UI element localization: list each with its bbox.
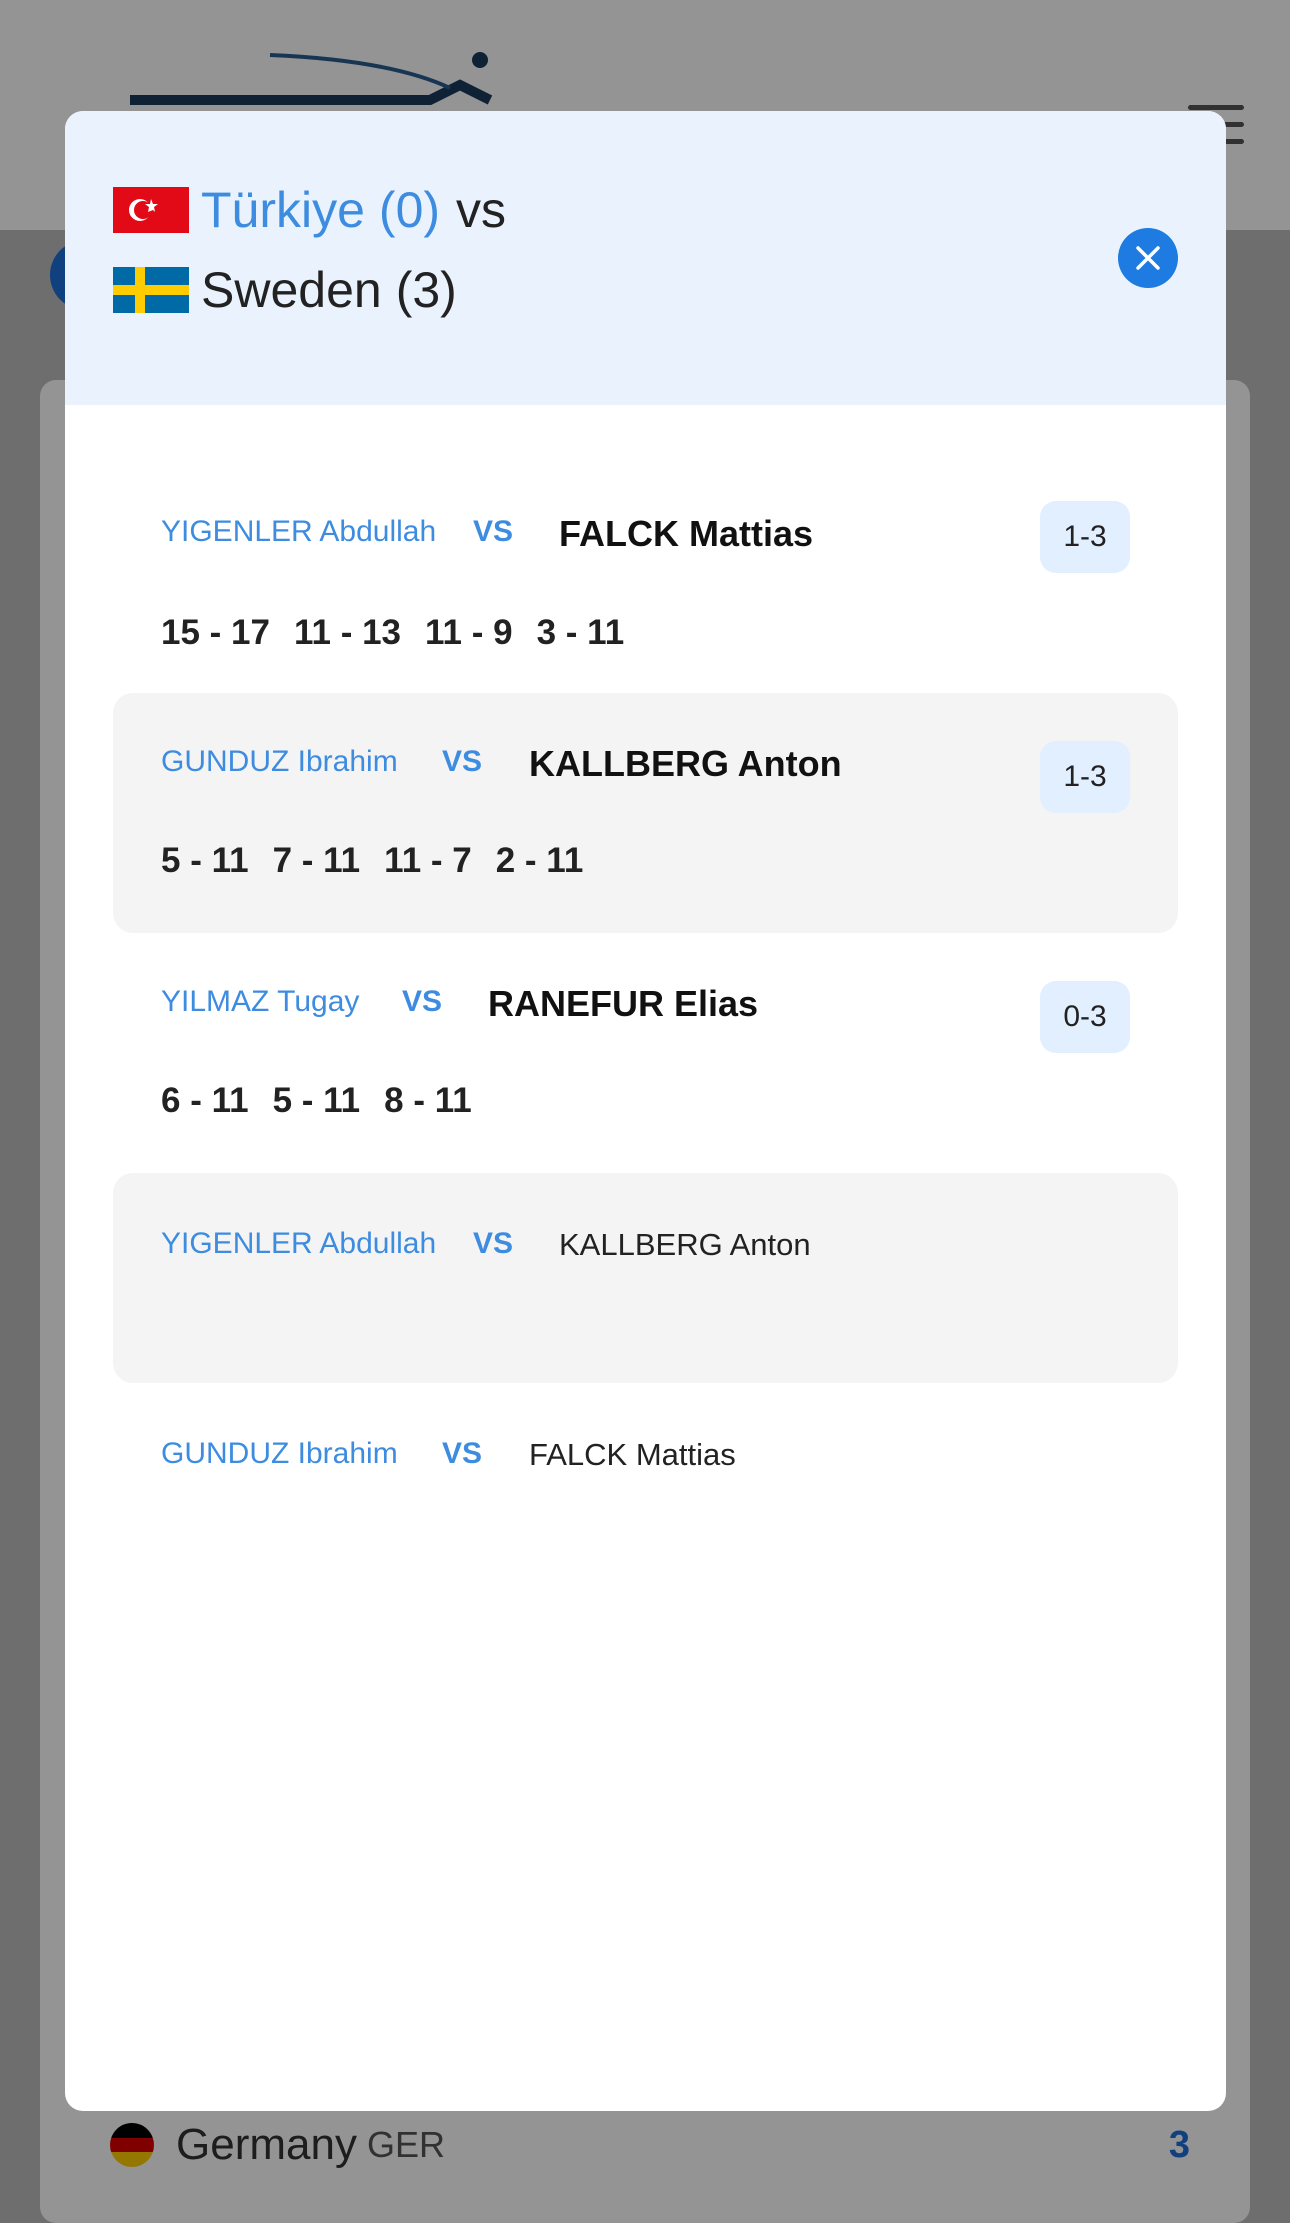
match-row[interactable]: YIGENLER Abdullah VS FALCK Mattias 1-3 1… xyxy=(113,481,1178,691)
match-row[interactable]: YIGENLER Abdullah VS KALLBERG Anton xyxy=(113,1173,1178,1383)
home-player[interactable]: YIGENLER Abdullah xyxy=(161,515,436,549)
home-player[interactable]: GUNDUZ Ibrahim xyxy=(161,1437,398,1471)
game-score: 8 - 11 xyxy=(384,1081,472,1120)
match-detail-modal: Türkiye (0) vs Sweden (3) YIGENLER Abdul… xyxy=(65,111,1226,2111)
match-row[interactable]: GUNDUZ Ibrahim VS KALLBERG Anton 1-3 5 -… xyxy=(113,693,1178,933)
game-score: 6 - 11 xyxy=(161,1081,249,1120)
away-player[interactable]: FALCK Mattias xyxy=(559,513,813,555)
away-player[interactable]: RANEFUR Elias xyxy=(488,983,758,1025)
game-score: 5 - 11 xyxy=(272,1081,361,1120)
vs-label: VS xyxy=(473,515,514,548)
close-icon xyxy=(1136,246,1160,270)
away-team-score: (3) xyxy=(395,262,457,318)
game-scores: 6 - 11 5 - 11 8 - 11 xyxy=(161,1081,472,1121)
game-score: 15 - 17 xyxy=(161,613,270,652)
turkey-flag-icon xyxy=(113,187,189,233)
game-scores: 15 - 17 11 - 13 11 - 9 3 - 11 xyxy=(161,613,624,653)
vs-label: VS xyxy=(402,985,443,1018)
result-badge: 0-3 xyxy=(1040,981,1130,1053)
away-player[interactable]: KALLBERG Anton xyxy=(559,1227,811,1263)
sweden-flag-icon xyxy=(113,267,189,313)
vs-label: VS xyxy=(442,745,483,778)
away-player[interactable]: KALLBERG Anton xyxy=(529,743,842,785)
game-score: 3 - 11 xyxy=(536,613,625,652)
result-badge: 1-3 xyxy=(1040,741,1130,813)
game-score: 11 - 9 xyxy=(425,613,513,652)
away-team-line: Sweden (3) xyxy=(113,261,457,319)
game-scores: 5 - 11 7 - 11 11 - 7 2 - 11 xyxy=(161,841,583,881)
home-team-line: Türkiye (0) vs xyxy=(113,181,506,239)
game-score: 11 - 7 xyxy=(384,841,472,880)
home-team-name: Türkiye xyxy=(201,182,365,238)
match-row[interactable]: GUNDUZ Ibrahim VS FALCK Mattias xyxy=(113,1383,1178,1593)
home-team-score: (0) xyxy=(378,182,441,238)
vs-label: vs xyxy=(456,182,507,238)
vs-label: VS xyxy=(442,1437,483,1470)
modal-header: Türkiye (0) vs Sweden (3) xyxy=(65,111,1226,405)
match-row[interactable]: YILMAZ Tugay VS RANEFUR Elias 0-3 6 - 11… xyxy=(113,933,1178,1173)
game-score: 11 - 13 xyxy=(293,613,402,652)
home-player[interactable]: GUNDUZ Ibrahim xyxy=(161,745,398,779)
result-badge: 1-3 xyxy=(1040,501,1130,573)
close-button[interactable] xyxy=(1118,228,1178,288)
home-player[interactable]: YIGENLER Abdullah xyxy=(161,1227,436,1261)
game-score: 5 - 11 xyxy=(161,841,249,880)
vs-label: VS xyxy=(473,1227,514,1260)
home-player[interactable]: YILMAZ Tugay xyxy=(161,985,359,1019)
away-player[interactable]: FALCK Mattias xyxy=(529,1437,736,1473)
away-team-name: Sweden xyxy=(201,262,382,318)
game-score: 2 - 11 xyxy=(495,841,584,880)
game-score: 7 - 11 xyxy=(272,841,361,880)
